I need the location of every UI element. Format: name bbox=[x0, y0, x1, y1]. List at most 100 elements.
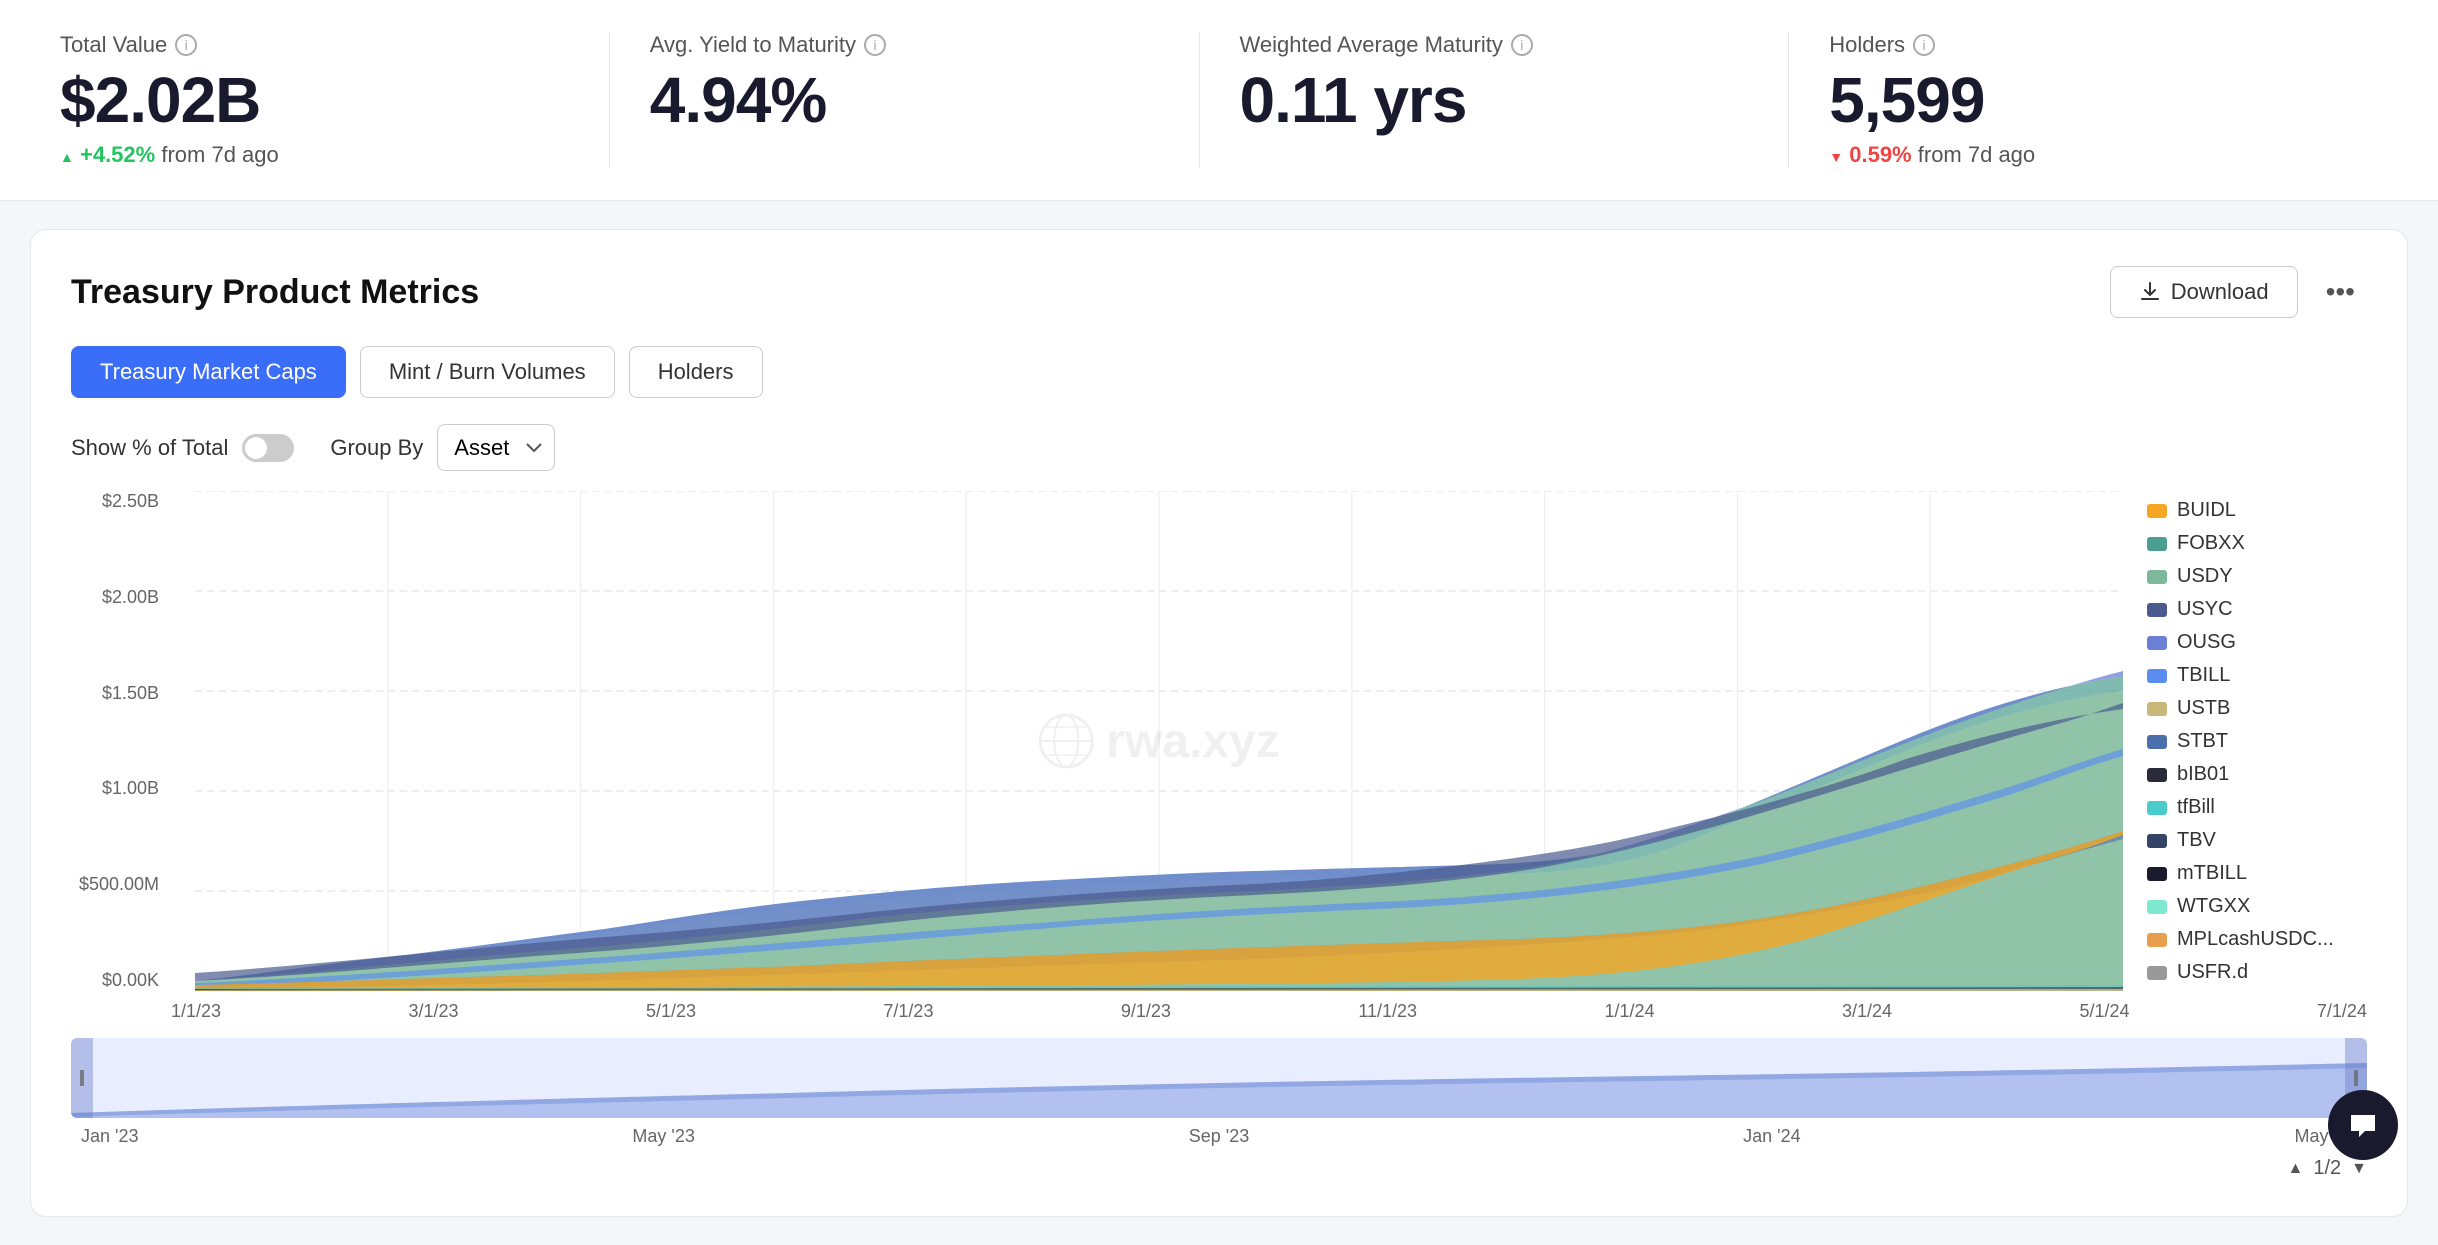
chart-controls: Show % of Total Group By Asset Chain Iss… bbox=[71, 424, 2367, 471]
legend-label-usfr: USFR.d bbox=[2177, 961, 2248, 984]
y-label-0: $0.00K bbox=[102, 970, 159, 991]
holders-pct: 0.59% bbox=[1849, 142, 1911, 167]
show-pct-toggle[interactable] bbox=[242, 434, 294, 462]
y-label-250: $2.50B bbox=[102, 491, 159, 512]
metric-total-value-label: Total Value i bbox=[60, 32, 569, 58]
weighted-maturity-text: Weighted Average Maturity bbox=[1240, 32, 1503, 58]
legend-label-stbt: STBT bbox=[2177, 730, 2228, 753]
legend-label-fobxx: FOBXX bbox=[2177, 532, 2245, 555]
legend-item-ustb: USTB bbox=[2147, 697, 2367, 720]
mini-chart-svg bbox=[71, 1038, 2367, 1118]
holders-info-icon[interactable]: i bbox=[1913, 34, 1935, 56]
page-prev-button[interactable]: ▲ bbox=[2288, 1160, 2304, 1178]
y-label-500m: $500.00M bbox=[79, 874, 159, 895]
metric-weighted-maturity-label: Weighted Average Maturity i bbox=[1240, 32, 1749, 58]
mini-chart-navigator[interactable] bbox=[71, 1038, 2367, 1118]
legend-item-tbv: TBV bbox=[2147, 829, 2367, 852]
total-value-pct: +4.52% bbox=[80, 142, 155, 167]
legend-item-buidl: BUIDL bbox=[2147, 499, 2367, 522]
legend-color-fobxx bbox=[2147, 537, 2167, 551]
x-label-6: 1/1/24 bbox=[1605, 1001, 1655, 1022]
total-value-change: ▲ +4.52% from 7d ago bbox=[60, 142, 569, 168]
weighted-maturity-info-icon[interactable]: i bbox=[1511, 34, 1533, 56]
chart-header: Treasury Product Metrics Download ••• bbox=[71, 266, 2367, 318]
legend-color-usfr bbox=[2147, 966, 2167, 980]
legend-color-mplcash bbox=[2147, 933, 2167, 947]
x-label-8: 5/1/24 bbox=[2079, 1001, 2129, 1022]
show-pct-toggle-label: Show % of Total bbox=[71, 434, 294, 462]
legend-color-tbv bbox=[2147, 834, 2167, 848]
legend-item-bib01: bIB01 bbox=[2147, 763, 2367, 786]
y-label-150: $1.50B bbox=[102, 683, 159, 704]
legend-color-buidl bbox=[2147, 504, 2167, 518]
avg-yield-amount: 4.94% bbox=[650, 68, 1159, 132]
page-current: 1 bbox=[2313, 1157, 2324, 1179]
down-arrow-icon: ▼ bbox=[1829, 149, 1843, 165]
holders-suffix: from 7d ago bbox=[1918, 142, 2035, 167]
x-label-5: 11/1/23 bbox=[1358, 1001, 1417, 1022]
show-pct-label-text: Show % of Total bbox=[71, 435, 228, 461]
x-label-7: 3/1/24 bbox=[1842, 1001, 1892, 1022]
tab-mint-burn-volumes[interactable]: Mint / Burn Volumes bbox=[360, 346, 615, 398]
metric-avg-yield-label: Avg. Yield to Maturity i bbox=[650, 32, 1159, 58]
legend-color-bib01 bbox=[2147, 768, 2167, 782]
legend-item-tfbill: tfBill bbox=[2147, 796, 2367, 819]
metric-total-value: Total Value i $2.02B ▲ +4.52% from 7d ag… bbox=[60, 32, 610, 168]
mini-x-label-1: May '23 bbox=[632, 1126, 694, 1147]
y-axis: $2.50B $2.00B $1.50B $1.00B $500.00M $0.… bbox=[71, 491, 171, 991]
chart-section: Treasury Product Metrics Download ••• Tr… bbox=[30, 229, 2408, 1217]
avg-yield-text: Avg. Yield to Maturity bbox=[650, 32, 856, 58]
chart-title: Treasury Product Metrics bbox=[71, 273, 479, 312]
tab-treasury-market-caps[interactable]: Treasury Market Caps bbox=[71, 346, 346, 398]
pagination: ▲ 1/2 ▼ bbox=[71, 1157, 2367, 1180]
legend-color-usdy bbox=[2147, 570, 2167, 584]
legend-label-mplcash: MPLcashUSDC... bbox=[2177, 928, 2334, 951]
up-arrow-icon: ▲ bbox=[60, 149, 74, 165]
holders-text: Holders bbox=[1829, 32, 1905, 58]
chart-actions: Download ••• bbox=[2110, 266, 2367, 318]
legend-label-tbill: TBILL bbox=[2177, 664, 2230, 687]
chart-area: $2.50B $2.00B $1.50B $1.00B $500.00M $0.… bbox=[71, 491, 2367, 991]
legend-item-usfr: USFR.d bbox=[2147, 961, 2367, 984]
total-value-suffix: from 7d ago bbox=[161, 142, 278, 167]
legend-label-mtbill: mTBILL bbox=[2177, 862, 2247, 885]
top-metrics-bar: Total Value i $2.02B ▲ +4.52% from 7d ag… bbox=[0, 0, 2438, 201]
group-by-control: Group By Asset Chain Issuer bbox=[330, 424, 555, 471]
legend-color-stbt bbox=[2147, 735, 2167, 749]
download-label: Download bbox=[2171, 279, 2269, 305]
legend: BUIDL FOBXX USDY USYC OUSG TBILL bbox=[2147, 491, 2367, 991]
legend-label-ustb: USTB bbox=[2177, 697, 2230, 720]
x-label-1: 3/1/23 bbox=[408, 1001, 458, 1022]
legend-color-tfbill bbox=[2147, 801, 2167, 815]
legend-label-buidl: BUIDL bbox=[2177, 499, 2236, 522]
download-button[interactable]: Download bbox=[2110, 266, 2298, 318]
chat-icon bbox=[2347, 1109, 2379, 1141]
mini-chart-handle-left[interactable] bbox=[71, 1038, 93, 1118]
x-label-3: 7/1/23 bbox=[883, 1001, 933, 1022]
total-value-amount: $2.02B bbox=[60, 68, 569, 132]
legend-item-usdy: USDY bbox=[2147, 565, 2367, 588]
legend-color-ousg bbox=[2147, 636, 2167, 650]
stacked-area-chart bbox=[195, 491, 2123, 991]
legend-item-wtgxx: WTGXX bbox=[2147, 895, 2367, 918]
metric-holders: Holders i 5,599 ▼ 0.59% from 7d ago bbox=[1789, 32, 2378, 168]
legend-item-stbt: STBT bbox=[2147, 730, 2367, 753]
holders-change: ▼ 0.59% from 7d ago bbox=[1829, 142, 2338, 168]
total-value-info-icon[interactable]: i bbox=[175, 34, 197, 56]
chart-tabs: Treasury Market Caps Mint / Burn Volumes… bbox=[71, 346, 2367, 398]
x-axis: 1/1/23 3/1/23 5/1/23 7/1/23 9/1/23 11/1/… bbox=[71, 991, 2367, 1022]
more-options-button[interactable]: ••• bbox=[2314, 268, 2367, 316]
legend-color-ustb bbox=[2147, 702, 2167, 716]
avg-yield-info-icon[interactable]: i bbox=[864, 34, 886, 56]
group-by-select[interactable]: Asset Chain Issuer bbox=[437, 424, 555, 471]
y-label-200: $2.00B bbox=[102, 587, 159, 608]
mini-x-label-3: Jan '24 bbox=[1743, 1126, 1800, 1147]
legend-item-ousg: OUSG bbox=[2147, 631, 2367, 654]
legend-item-tbill: TBILL bbox=[2147, 664, 2367, 687]
tab-holders[interactable]: Holders bbox=[629, 346, 763, 398]
page-total: 2 bbox=[2330, 1157, 2341, 1179]
page-next-button[interactable]: ▼ bbox=[2351, 1160, 2367, 1178]
legend-label-tfbill: tfBill bbox=[2177, 796, 2215, 819]
y-label-100: $1.00B bbox=[102, 778, 159, 799]
chat-button[interactable] bbox=[2328, 1090, 2398, 1160]
